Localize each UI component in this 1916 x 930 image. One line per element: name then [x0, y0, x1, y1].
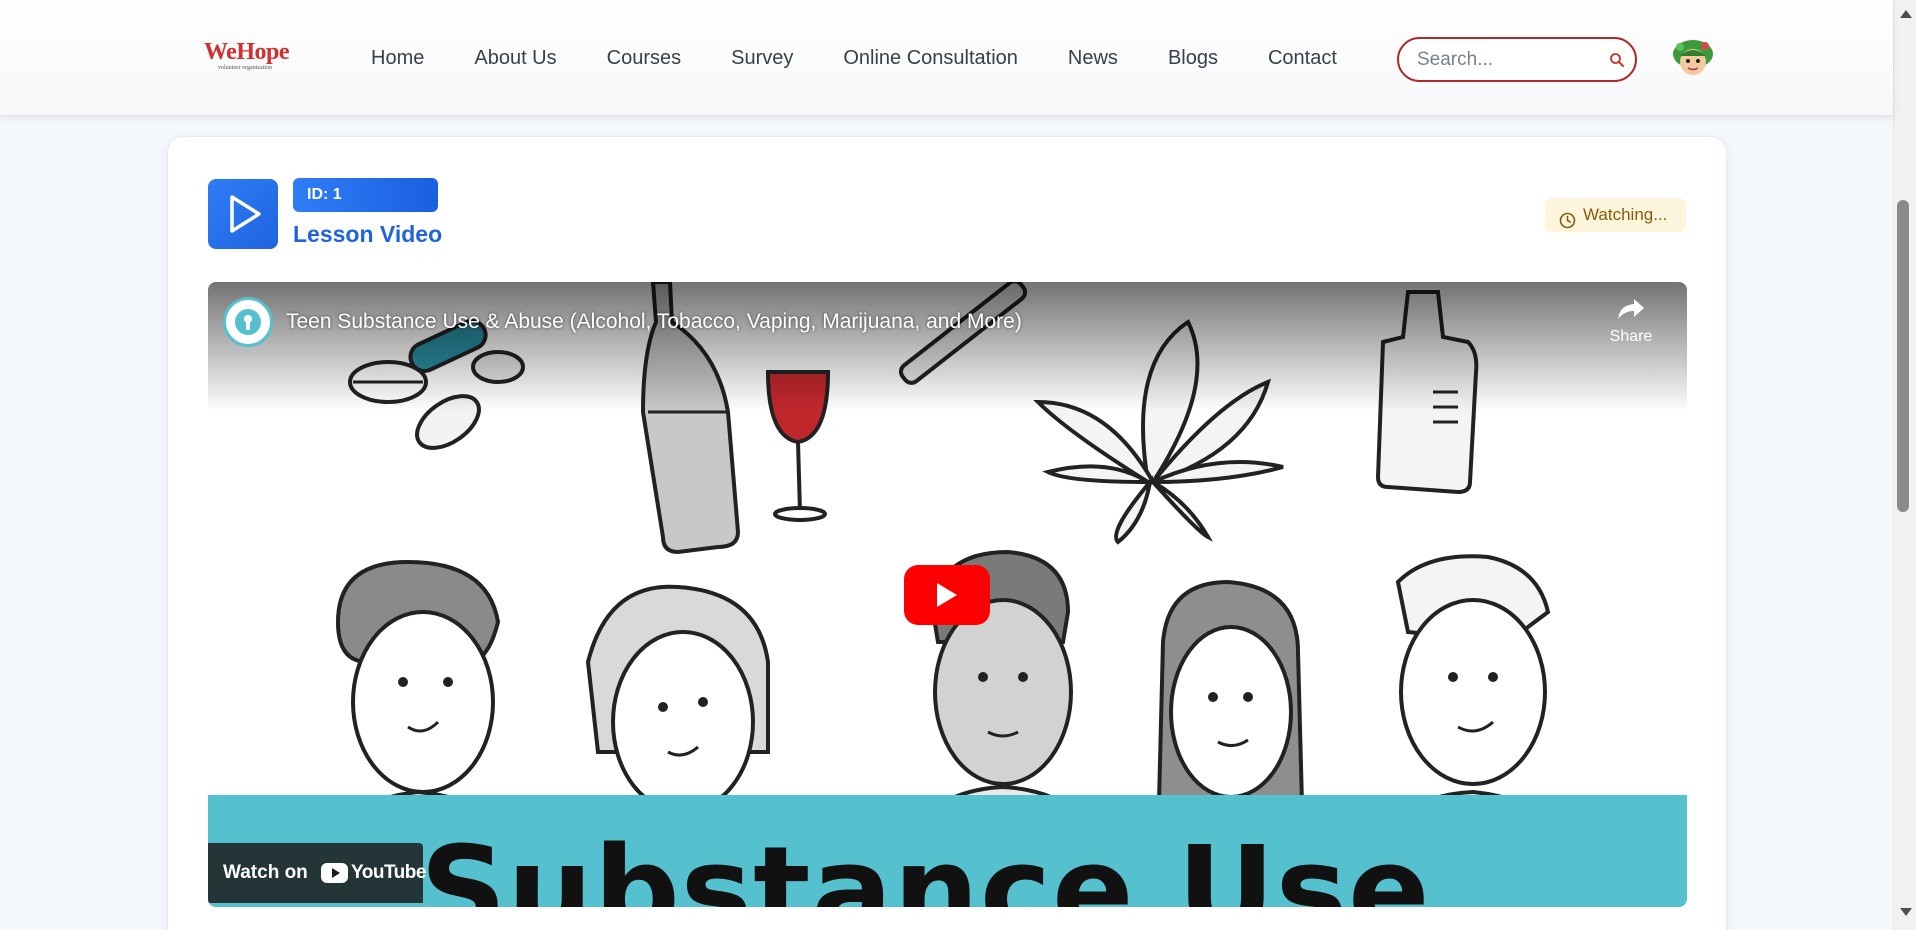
- nav-survey[interactable]: Survey: [731, 46, 793, 70]
- video-player[interactable]: Substance Use Teen Substance Use & Abuse…: [208, 282, 1687, 907]
- watch-on-youtube-button[interactable]: Watch on YouTube: [208, 843, 426, 903]
- channel-avatar-icon[interactable]: [223, 297, 273, 347]
- scroll-down-arrow[interactable]: [1900, 908, 1912, 916]
- nav-contact[interactable]: Contact: [1268, 46, 1337, 70]
- nav-home[interactable]: Home: [371, 46, 424, 70]
- video-title[interactable]: Teen Substance Use & Abuse (Alcohol, Tob…: [286, 310, 1022, 334]
- search-input[interactable]: [1417, 48, 1597, 72]
- site-logo[interactable]: WeHope volunteer organization: [204, 40, 296, 76]
- main-nav: Home About Us Courses Survey Online Cons…: [371, 46, 1387, 70]
- nav-about-us[interactable]: About Us: [474, 46, 556, 70]
- lesson-title: Lesson Video: [293, 221, 443, 247]
- search-icon[interactable]: [1609, 52, 1625, 68]
- video-top-overlay: [208, 282, 1687, 412]
- top-navbar: WeHope volunteer organization Home About…: [0, 0, 1893, 116]
- nav-courses[interactable]: Courses: [607, 46, 681, 70]
- lesson-id-badge: ID: 1: [293, 178, 438, 212]
- nav-blogs[interactable]: Blogs: [1168, 46, 1218, 70]
- play-icon: [208, 179, 278, 249]
- share-icon: [1616, 299, 1646, 325]
- youtube-logo-label: YouTube: [351, 862, 426, 883]
- youtube-play-button[interactable]: [904, 565, 990, 625]
- watch-status-badge: Watching...: [1545, 198, 1686, 232]
- lesson-card: ID: 1 Lesson Video Watching... Substance…: [167, 136, 1727, 930]
- video-caption-text: Substance Use: [420, 822, 1431, 907]
- scroll-up-arrow[interactable]: [1900, 10, 1912, 18]
- clock-icon: [1559, 207, 1576, 229]
- share-button[interactable]: Share: [1596, 297, 1666, 357]
- logo-text: WeHope: [204, 39, 290, 65]
- youtube-logo-icon: YouTube: [321, 862, 426, 884]
- watch-status-label: Watching...: [1583, 205, 1668, 224]
- logo-subtitle: volunteer organization: [218, 65, 273, 71]
- watch-on-label: Watch on: [223, 862, 308, 883]
- user-avatar[interactable]: [1671, 38, 1715, 78]
- share-label: Share: [1609, 328, 1653, 345]
- scroll-thumb[interactable]: [1897, 200, 1909, 512]
- search-box: [1397, 37, 1637, 82]
- page-scrollbar[interactable]: [1893, 0, 1916, 930]
- nav-news[interactable]: News: [1068, 46, 1118, 70]
- nav-online-consultation[interactable]: Online Consultation: [843, 46, 1018, 70]
